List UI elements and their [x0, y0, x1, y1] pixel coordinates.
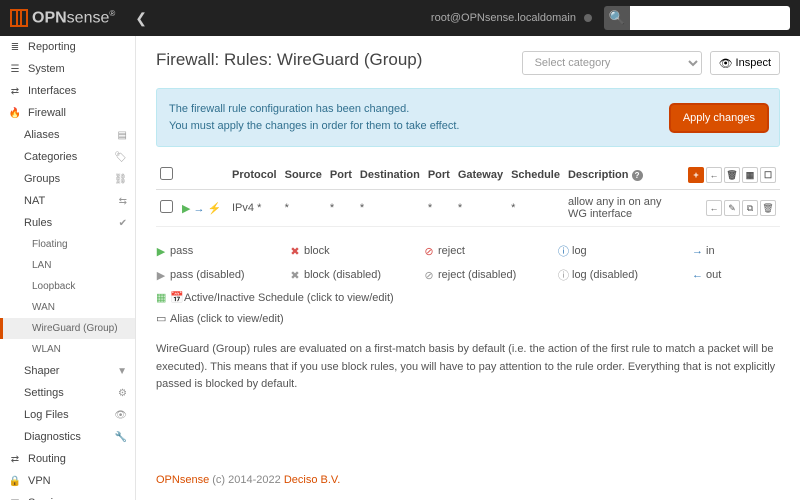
row-checkbox[interactable] [160, 200, 173, 213]
shaper-icon: ▼ [117, 366, 127, 377]
log-icon: ⓘ [558, 243, 568, 259]
row-move-button[interactable]: ← [706, 200, 722, 216]
brand-icon [10, 9, 28, 27]
reject-icon: ⊘ [424, 245, 434, 258]
sidebar-item-interfaces[interactable]: ⇄Interfaces [0, 80, 135, 102]
sidebar-item-wan[interactable]: WAN [0, 297, 135, 318]
changes-alert: The firewall rule configuration has been… [156, 88, 780, 147]
search-input[interactable] [630, 6, 790, 30]
aliases-icon: ▤ [118, 130, 127, 141]
pass-icon: ▶ [182, 203, 190, 215]
footer: OPNsense (c) 2014-2022 Deciso B.V. [156, 458, 780, 486]
system-icon: ☰ [8, 64, 22, 75]
pass-icon: ▶ [156, 245, 166, 258]
row-clone-button[interactable]: ⧉ [742, 200, 758, 216]
rules-icon: ✔ [119, 218, 127, 229]
inspect-button[interactable]: 👁Inspect [710, 51, 780, 75]
alias-icon: ▭ [156, 312, 166, 325]
help-note: WireGuard (Group) rules are evaluated on… [156, 341, 780, 394]
diagnostics-icon: 🔧 [115, 432, 127, 443]
main-content: Firewall: Rules: WireGuard (Group) Selec… [136, 36, 800, 500]
sidebar-item-settings[interactable]: Settings⚙ [0, 382, 135, 404]
delete-button[interactable]: 🗑 [724, 167, 740, 183]
rules-table: Protocol Source Port Destination Port Ga… [156, 161, 780, 227]
vpn-icon: 🔒 [8, 476, 22, 487]
nat-icon: ⇆ [119, 196, 127, 207]
sidebar-item-firewall[interactable]: 🔥Firewall [0, 102, 135, 124]
sidebar-item-loopback[interactable]: Loopback [0, 276, 135, 297]
sidebar-item-rules[interactable]: Rules✔ [0, 212, 135, 234]
footer-company-link[interactable]: Deciso B.V. [284, 474, 340, 486]
sidebar: ≣Reporting ☰System ⇄Interfaces 🔥Firewall… [0, 36, 136, 500]
select-all-checkbox[interactable] [160, 167, 173, 180]
schedule-icon: ▦ [156, 291, 166, 304]
footer-brand-link[interactable]: OPNsense [156, 474, 209, 486]
sidebar-item-nat[interactable]: NAT⇆ [0, 190, 135, 212]
calendar-icon: 📅 [170, 291, 180, 304]
toggle-all-button[interactable]: ☐ [760, 167, 776, 183]
sidebar-item-system[interactable]: ☰System [0, 58, 135, 80]
reporting-icon: ≣ [8, 42, 22, 53]
pass-disabled-icon: ▶ [156, 269, 166, 282]
status-dot-icon [584, 14, 592, 22]
move-left-button[interactable]: ← [706, 167, 722, 183]
firewall-icon: 🔥 [8, 108, 22, 119]
sidebar-item-categories[interactable]: Categories🏷 [0, 146, 135, 168]
help-icon[interactable]: ? [632, 170, 643, 181]
category-select[interactable]: Select category [522, 51, 702, 75]
sidebar-item-logfiles[interactable]: Log Files👁 [0, 404, 135, 426]
logfiles-icon: 👁 [114, 410, 127, 421]
sidebar-item-groups[interactable]: Groups⛓ [0, 168, 135, 190]
brand-logo[interactable]: OPNsense® [10, 9, 115, 27]
in-icon: → [194, 203, 205, 215]
eye-icon: 👁 [719, 57, 733, 70]
sidebar-item-aliases[interactable]: Aliases▤ [0, 124, 135, 146]
sidebar-item-shaper[interactable]: Shaper▼ [0, 360, 135, 382]
sidebar-item-vpn[interactable]: 🔒VPN [0, 470, 135, 492]
block-icon: ✖ [290, 245, 300, 258]
out-icon: ← [692, 269, 702, 281]
user-label[interactable]: root@OPNsense.localdomain [431, 12, 576, 24]
settings-icon: ⚙ [118, 388, 127, 399]
row-edit-button[interactable]: ✎ [724, 200, 740, 216]
toggle-button[interactable]: ▦ [742, 167, 758, 183]
sidebar-item-wireguard[interactable]: WireGuard (Group) [0, 318, 135, 339]
routing-icon: ⇄ [8, 454, 22, 465]
groups-icon: ⛓ [114, 174, 127, 185]
table-row[interactable]: ▶ → ⚡ IPv4 * * * * * * * allow any in on… [156, 190, 780, 227]
firstmatch-icon: ⚡ [208, 203, 222, 215]
categories-icon: 🏷 [114, 152, 127, 163]
block-disabled-icon: ✖ [290, 269, 300, 282]
sidebar-item-wlan[interactable]: WLAN [0, 339, 135, 360]
apply-changes-button[interactable]: Apply changes [671, 105, 767, 131]
sidebar-item-floating[interactable]: Floating [0, 234, 135, 255]
page-title: Firewall: Rules: WireGuard (Group) [156, 50, 422, 70]
legend: ▶pass ✖block ⊘reject ⓘlog →in ⚡first mat… [156, 239, 780, 329]
sidebar-item-diagnostics[interactable]: Diagnostics🔧 [0, 426, 135, 448]
sidebar-item-routing[interactable]: ⇄Routing [0, 448, 135, 470]
log-disabled-icon: ⓘ [558, 267, 568, 283]
add-rule-button[interactable]: + [688, 167, 704, 183]
in-icon: → [692, 245, 702, 257]
search-button[interactable]: 🔍 [604, 6, 630, 30]
sidebar-item-services[interactable]: ▦Services [0, 492, 135, 500]
reject-disabled-icon: ⊘ [424, 269, 434, 282]
collapse-sidebar-icon[interactable]: ❮ [135, 10, 147, 27]
sidebar-item-reporting[interactable]: ≣Reporting [0, 36, 135, 58]
interfaces-icon: ⇄ [8, 86, 22, 97]
row-delete-button[interactable]: 🗑 [760, 200, 776, 216]
sidebar-item-lan[interactable]: LAN [0, 255, 135, 276]
